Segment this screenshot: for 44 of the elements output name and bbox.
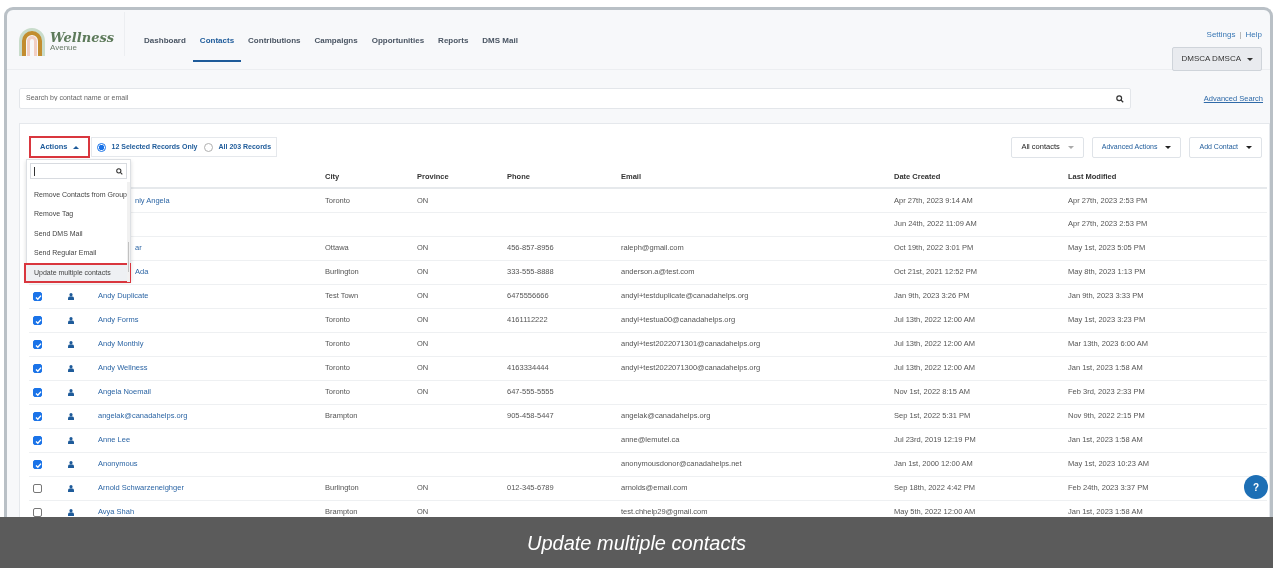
person-icon	[68, 316, 74, 324]
person-icon	[68, 364, 74, 372]
row-checkbox[interactable]	[33, 291, 42, 301]
nav-tab[interactable]: Opportunities	[364, 35, 432, 62]
person-icon	[68, 388, 74, 396]
row-checkbox[interactable]	[33, 363, 42, 373]
search-icon	[1116, 94, 1124, 103]
person-icon	[68, 436, 74, 444]
row-checkbox[interactable]	[33, 507, 42, 517]
caret-icon	[1067, 145, 1074, 149]
radio-button[interactable]	[203, 142, 213, 152]
row-checkbox[interactable]	[33, 459, 42, 469]
caret-icon	[72, 145, 79, 149]
caret-icon	[1165, 145, 1172, 149]
nav-tab[interactable]: Contacts	[192, 35, 242, 62]
nav-tab[interactable]: Campaigns	[307, 35, 365, 62]
row-checkbox[interactable]	[33, 315, 42, 325]
person-icon	[68, 484, 74, 492]
person-icon	[68, 460, 74, 468]
radio-button[interactable]	[96, 142, 106, 152]
row-checkbox[interactable]	[33, 411, 42, 421]
nav-tab[interactable]: DMS Mail	[475, 35, 525, 62]
person-icon	[68, 508, 74, 516]
header-link[interactable]: Settings	[1206, 29, 1236, 41]
row-checkbox[interactable]	[33, 387, 42, 397]
row-checkbox[interactable]	[33, 339, 42, 349]
person-icon	[68, 412, 74, 420]
logo-title: Wellness	[50, 31, 115, 44]
user-menu-button[interactable]: DMSCA DMSCA	[1172, 47, 1262, 71]
search-icon	[116, 167, 123, 175]
nav-tab[interactable]: Reports	[431, 35, 476, 62]
caption-text: Update multiple contacts	[527, 530, 746, 556]
nav-tab[interactable]: Contributions	[241, 35, 308, 62]
nav-tab[interactable]: Dashboard	[137, 35, 193, 62]
caret-icon	[1246, 145, 1252, 149]
caret-icon	[1247, 57, 1253, 61]
person-icon	[68, 292, 74, 300]
row-checkbox[interactable]	[33, 483, 42, 493]
link-separator: |	[1239, 29, 1242, 41]
person-icon	[68, 340, 74, 348]
row-checkbox[interactable]	[33, 435, 42, 445]
header-link[interactable]: Help	[1245, 29, 1262, 41]
rainbow-logo-icon	[17, 26, 47, 56]
logo-subtitle: Avenue	[50, 44, 78, 52]
